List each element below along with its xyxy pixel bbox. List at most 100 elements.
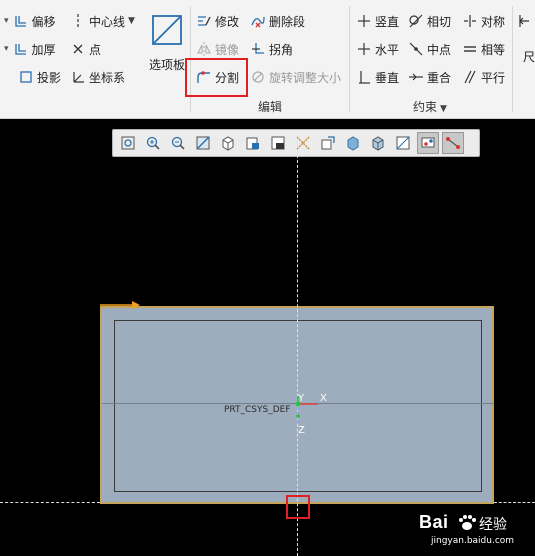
modify-icon (196, 13, 212, 29)
perpendicular-constraint-label: 垂直 (375, 70, 400, 85)
symmetric-constraint-label: 对称 (481, 14, 506, 29)
mirror-label: 镜像 (215, 42, 240, 57)
horizontal-reference-line (494, 502, 535, 503)
coincident-constraint-icon (408, 69, 424, 85)
csys-label: 坐标系 (89, 70, 126, 85)
horizontal-constraint-button[interactable]: 水平 (356, 39, 399, 59)
watermark: Bai 经验 jingyan.baidu.com (417, 512, 527, 552)
corner-icon (250, 41, 266, 57)
tangent-constraint-icon (408, 13, 424, 29)
thicken-button[interactable]: ▾ 加厚 (4, 39, 56, 59)
graphics-area[interactable]: Y X Z PRT_CSYS_DEF Bai 经验 jingyan.baidu.… (0, 120, 535, 556)
ribbon: ▾ 偏移 ▾ 加厚 投影 中心线 ▼ 点 坐标系 选项板 修改 镜像 分割 删除… (0, 0, 535, 119)
midpoint-constraint-button[interactable]: 中点 (408, 39, 451, 59)
equal-constraint-label: 相等 (481, 42, 506, 57)
point-label: 点 (89, 42, 102, 57)
delete-segment-button[interactable]: 删除段 (250, 11, 305, 31)
zoom-out-icon[interactable] (167, 132, 189, 154)
horizontal-constraint-icon (356, 41, 372, 57)
sketch-view-icon[interactable] (392, 132, 414, 154)
centerline-icon (70, 13, 86, 29)
corner-button[interactable]: 拐角 (250, 39, 293, 59)
delete-segment-label: 删除段 (269, 14, 306, 29)
midpoint-constraint-label: 中点 (427, 42, 452, 57)
thicken-icon (13, 41, 29, 57)
palette-icon (152, 15, 182, 45)
shade-edges-icon[interactable] (367, 132, 389, 154)
coincident-constraint-button[interactable]: 重合 (408, 67, 451, 87)
parallel-constraint-icon (462, 69, 478, 85)
axis-x-label: X (320, 393, 327, 404)
constraint-display-icon[interactable] (442, 132, 464, 154)
axis-z-label: Z (298, 425, 305, 436)
graphics-toolbar (112, 129, 480, 157)
equal-constraint-button[interactable]: 相等 (462, 39, 505, 59)
display-style-icon[interactable] (267, 132, 289, 154)
rotate-resize-icon (250, 69, 266, 85)
axis-y-label: Y (298, 393, 305, 404)
palette-label: 选项板 (148, 58, 185, 72)
palette-button[interactable]: 选项板 (145, 8, 189, 76)
datum-display-icon[interactable] (292, 132, 314, 154)
divide-highlight (185, 58, 248, 97)
sketch-orientation-arrow (100, 301, 140, 309)
horizontal-constraint-label: 水平 (375, 42, 400, 57)
delete-segment-icon (250, 13, 266, 29)
corner-label: 拐角 (269, 42, 294, 57)
intersection-highlight (286, 495, 310, 519)
annotation-icon[interactable] (317, 132, 339, 154)
centerline-dropdown-icon[interactable]: ▼ (128, 16, 135, 26)
offset-icon (13, 13, 29, 29)
constraint-group-label[interactable]: 约束 ▼ (413, 98, 447, 115)
parallel-constraint-label: 平行 (481, 70, 506, 85)
symmetric-constraint-button[interactable]: 对称 (462, 11, 505, 31)
dimension-label: 尺 (523, 49, 535, 64)
perpendicular-constraint-button[interactable]: 垂直 (356, 67, 399, 87)
watermark-text: 经验 (479, 517, 507, 533)
parallel-constraint-button[interactable]: 平行 (462, 67, 505, 87)
constraint-dropdown-icon: ▼ (440, 104, 447, 114)
vertical-constraint-label: 竖直 (375, 14, 400, 29)
watermark-url: jingyan.baidu.com (431, 536, 515, 546)
watermark-brand: Bai (419, 512, 449, 532)
dimension-button[interactable] (517, 11, 535, 31)
shade-icon[interactable] (342, 132, 364, 154)
tangent-constraint-button[interactable]: 相切 (408, 11, 451, 31)
offset-button[interactable]: ▾ 偏移 (4, 11, 56, 31)
equal-constraint-icon (462, 41, 478, 57)
project-label: 投影 (37, 70, 62, 85)
csys-name-label: PRT_CSYS_DEF (224, 405, 291, 415)
point-button[interactable]: 点 (70, 39, 101, 59)
zoom-in-icon[interactable] (142, 132, 164, 154)
vertical-reference-line (297, 140, 298, 556)
symmetric-constraint-icon (462, 13, 478, 29)
centerline-label: 中心线 (89, 14, 126, 29)
mirror-icon (196, 41, 212, 57)
mirror-button[interactable]: 镜像 (196, 39, 239, 59)
paw-icon (459, 515, 476, 530)
coincident-constraint-label: 重合 (427, 70, 452, 85)
separator (349, 6, 350, 112)
centerline-button[interactable]: 中心线 ▼ (70, 11, 135, 31)
modify-button[interactable]: 修改 (196, 11, 239, 31)
thicken-label: 加厚 (31, 42, 56, 57)
vertical-constraint-button[interactable]: 竖直 (356, 11, 399, 31)
sketch-display-icon[interactable] (417, 132, 439, 154)
orientation-icon[interactable] (217, 132, 239, 154)
csys-button[interactable]: 坐标系 (70, 67, 125, 87)
vertical-constraint-icon (356, 13, 372, 29)
constraint-group-text: 约束 (413, 100, 438, 114)
separator (512, 6, 513, 112)
repaint-icon[interactable] (192, 132, 214, 154)
perpendicular-constraint-icon (356, 69, 372, 85)
dimension-icon (517, 13, 533, 29)
midpoint-constraint-icon (408, 41, 424, 57)
saved-views-icon[interactable] (242, 132, 264, 154)
modify-label: 修改 (215, 14, 240, 29)
point-icon (70, 41, 86, 57)
rotate-resize-button[interactable]: 旋转调整大小 (250, 67, 341, 87)
horizontal-reference-line (0, 502, 100, 503)
zoom-fit-icon[interactable] (117, 132, 139, 154)
project-button[interactable]: 投影 (18, 67, 61, 87)
offset-label: 偏移 (31, 14, 56, 29)
